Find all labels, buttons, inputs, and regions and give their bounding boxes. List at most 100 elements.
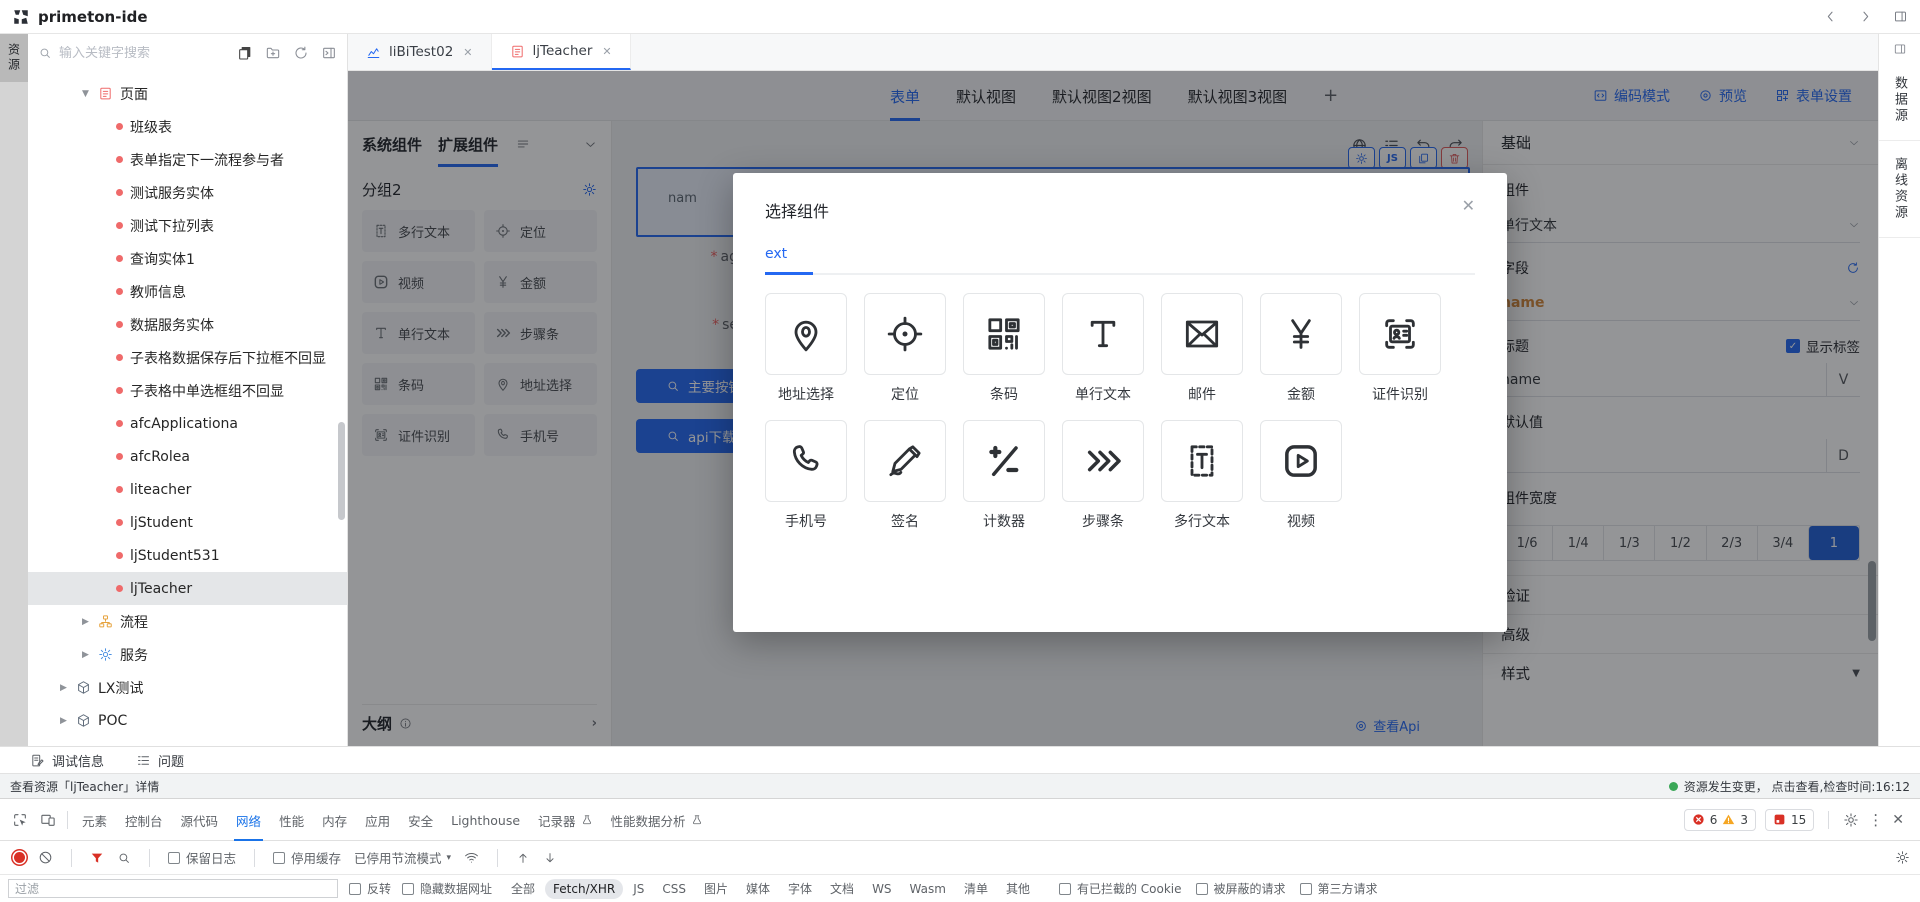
devtools-tab-控制台[interactable]: 控制台 [116, 799, 172, 841]
network-conditions-icon[interactable] [464, 850, 479, 865]
devtools-settings-icon[interactable] [1843, 812, 1859, 828]
devtools-tab-Lighthouse[interactable]: Lighthouse [442, 799, 529, 841]
console-badges[interactable]: 6 3 [1684, 809, 1756, 831]
filter-pill-Fetch/XHR[interactable]: Fetch/XHR [545, 879, 623, 899]
tree-item[interactable]: ▼页面 [28, 77, 347, 110]
activity-tab-resources[interactable]: 资源 [0, 34, 28, 82]
dialog-tab-ext[interactable]: ext [765, 246, 787, 273]
component-item-证件识别[interactable]: 证件识别 [1359, 293, 1441, 404]
filter-pill-文档[interactable]: 文档 [822, 877, 862, 900]
tree-item[interactable]: afcRolea [28, 440, 347, 473]
caret-right-icon[interactable]: ▶ [58, 683, 69, 693]
filter-checkbox-第三方请求[interactable]: 第三方请求 [1300, 880, 1378, 897]
tree-item[interactable]: ljStudent531 [28, 539, 347, 572]
new-folder-icon[interactable] [265, 45, 281, 61]
tree-item[interactable]: 数据服务实体 [28, 308, 347, 341]
filter-pill-CSS[interactable]: CSS [654, 879, 694, 899]
component-item-手机号[interactable]: 手机号 [765, 420, 847, 531]
network-settings-icon[interactable] [1895, 850, 1910, 865]
network-search-icon[interactable] [117, 851, 131, 865]
devtools-tab-安全[interactable]: 安全 [399, 799, 442, 841]
close-icon[interactable]: ✕ [602, 45, 611, 58]
tree-item[interactable]: liteacher [28, 473, 347, 506]
component-item-定位[interactable]: 定位 [864, 293, 946, 404]
dock-tab-datasource[interactable]: 数据源 [1879, 60, 1920, 141]
component-item-地址选择[interactable]: 地址选择 [765, 293, 847, 404]
preserve-log-checkbox[interactable]: 保留日志 [168, 848, 236, 867]
tree-item[interactable]: 表单指定下一流程参与者 [28, 143, 347, 176]
filter-pill-字体[interactable]: 字体 [780, 877, 820, 900]
tree-item[interactable]: 子表格中单选框组不回显 [28, 374, 347, 407]
filter-pill-Wasm[interactable]: Wasm [902, 879, 954, 899]
filter-pill-图片[interactable]: 图片 [696, 877, 736, 900]
component-item-多行文本[interactable]: 多行文本 [1161, 420, 1243, 531]
caret-right-icon[interactable]: ▶ [80, 650, 91, 660]
tree-item[interactable]: 查询实体1 [28, 242, 347, 275]
disable-cache-checkbox[interactable]: 停用缓存 [273, 848, 341, 867]
close-icon[interactable]: ✕ [1462, 196, 1475, 215]
close-icon[interactable]: ✕ [463, 46, 472, 59]
component-item-单行文本[interactable]: 单行文本 [1062, 293, 1144, 404]
component-item-条码[interactable]: 条码 [963, 293, 1045, 404]
editor-tab-ljTeacher[interactable]: ljTeacher✕ [492, 34, 631, 70]
devtools-tab-性能数据分析[interactable]: 性能数据分析 [602, 799, 712, 841]
tree-item[interactable]: ▶LX测试 [28, 671, 347, 704]
tree-item[interactable]: ▶流程 [28, 605, 347, 638]
filter-funnel-icon[interactable] [90, 851, 104, 865]
refresh-icon[interactable] [293, 45, 309, 61]
devtools-tab-性能[interactable]: 性能 [270, 799, 313, 841]
devtools-tab-应用[interactable]: 应用 [356, 799, 399, 841]
tree-item[interactable]: 教师信息 [28, 275, 347, 308]
component-item-步骤条[interactable]: 步骤条 [1062, 420, 1144, 531]
filter-pill-全部[interactable]: 全部 [503, 877, 543, 900]
resource-detail-text[interactable]: 查看资源「ljTeacher」详情 [10, 778, 159, 795]
resource-change-status[interactable]: 资源发生变更， 点击查看,检查时间:16:12 [1669, 778, 1910, 795]
devtools-tab-源代码[interactable]: 源代码 [172, 799, 228, 841]
caret-down-icon[interactable]: ▼ [80, 89, 91, 99]
tree-item[interactable]: ljStudent [28, 506, 347, 539]
devtools-tab-内存[interactable]: 内存 [313, 799, 356, 841]
devtools-tab-网络[interactable]: 网络 [227, 799, 270, 841]
component-item-签名[interactable]: 签名 [864, 420, 946, 531]
component-item-金额[interactable]: 金额 [1260, 293, 1342, 404]
invert-checkbox[interactable]: 反转 [349, 880, 391, 897]
window-layout-icon[interactable] [1893, 9, 1908, 24]
debug-info-tab[interactable]: 调试信息 [30, 751, 104, 770]
tree-item[interactable]: 测试下拉列表 [28, 209, 347, 242]
devtools-close-icon[interactable]: ✕ [1892, 812, 1904, 828]
tree-item[interactable]: 测试服务实体 [28, 176, 347, 209]
component-item-计数器[interactable]: 计数器 [963, 420, 1045, 531]
tree-item[interactable]: ▶ [28, 737, 347, 746]
issues-badge[interactable]: 15 [1765, 809, 1814, 831]
problems-tab[interactable]: 问题 [136, 751, 184, 770]
kebab-menu-icon[interactable]: ⋮ [1868, 811, 1883, 829]
tree-item[interactable]: ▶POC [28, 704, 347, 737]
devtools-tab-记录器[interactable]: 记录器 [529, 799, 602, 841]
filter-checkbox-被屏蔽的请求[interactable]: 被屏蔽的请求 [1196, 880, 1286, 897]
filter-pill-WS[interactable]: WS [864, 879, 899, 899]
component-item-邮件[interactable]: 邮件 [1161, 293, 1243, 404]
filter-pill-其他[interactable]: 其他 [998, 877, 1038, 900]
record-icon[interactable] [14, 852, 25, 863]
inspect-element-icon[interactable] [6, 806, 34, 834]
new-page-icon[interactable] [237, 45, 253, 61]
dock-tab-offline-resources[interactable]: 离线资源 [1879, 141, 1920, 238]
filter-input[interactable] [15, 882, 337, 896]
nav-back-icon[interactable] [1823, 9, 1838, 24]
device-toolbar-icon[interactable] [34, 806, 62, 834]
tree-item[interactable]: 班级表 [28, 110, 347, 143]
hide-data-urls-checkbox[interactable]: 隐藏数据网址 [402, 880, 492, 897]
devtools-tab-元素[interactable]: 元素 [73, 799, 116, 841]
collapse-panel-icon[interactable] [321, 45, 337, 61]
search-input[interactable] [59, 46, 230, 61]
sidebar-scrollbar[interactable] [338, 422, 345, 520]
panel-toggle-icon[interactable] [1893, 42, 1907, 56]
nav-forward-icon[interactable] [1858, 9, 1873, 24]
caret-right-icon[interactable]: ▶ [80, 617, 91, 627]
component-item-视频[interactable]: 视频 [1260, 420, 1342, 531]
clear-icon[interactable] [38, 850, 53, 865]
tree-item[interactable]: ▶服务 [28, 638, 347, 671]
filter-pill-JS[interactable]: JS [625, 879, 652, 899]
filter-checkbox-有已拦截的 Cookie[interactable]: 有已拦截的 Cookie [1059, 880, 1182, 897]
caret-right-icon[interactable]: ▶ [58, 716, 69, 726]
